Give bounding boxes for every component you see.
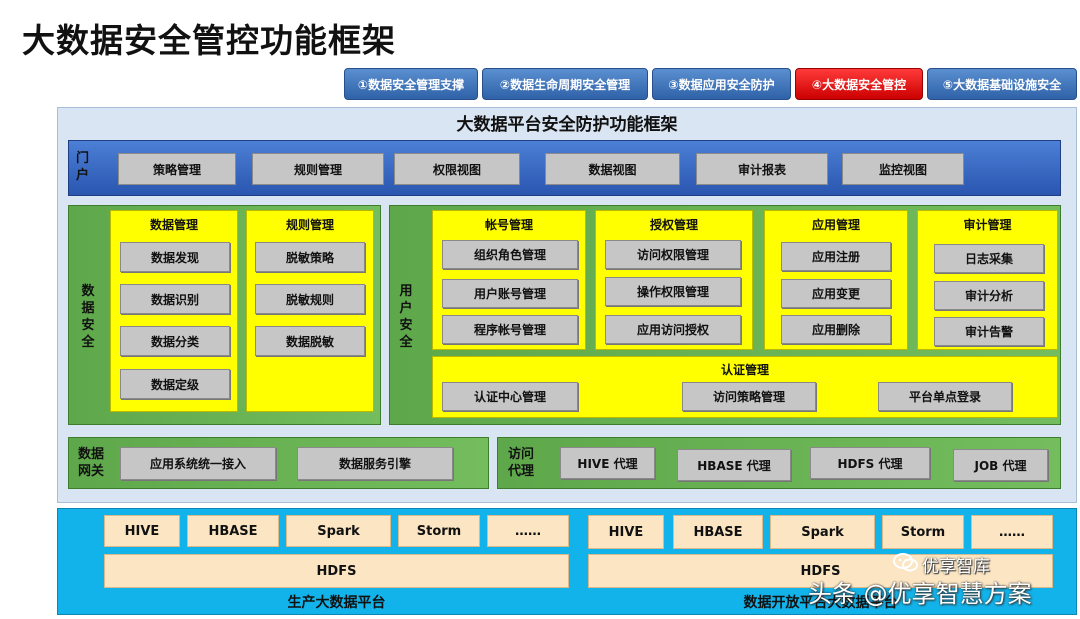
- account-mgmt-title: 帐号管理: [484, 218, 533, 232]
- audit-alert-box[interactable]: 审计告警: [934, 317, 1044, 346]
- auth-mgmt-title: 授权管理: [649, 218, 698, 232]
- prod-hive-box[interactable]: HIVE: [104, 515, 180, 547]
- operation-permission-mgmt-box[interactable]: 操作权限管理: [605, 277, 741, 306]
- open-hive-box[interactable]: HIVE: [588, 515, 664, 549]
- data-mgmt-title: 数据管理: [149, 218, 198, 232]
- prod-storm-box[interactable]: Storm: [398, 515, 480, 547]
- portal-item-data-view[interactable]: 数据视图: [545, 153, 680, 185]
- audit-analysis-box[interactable]: 审计分析: [934, 281, 1044, 310]
- open-more-box: ……: [971, 515, 1053, 549]
- app-unified-access-box[interactable]: 应用系统统一接入: [120, 447, 276, 480]
- portal-label: 门户: [76, 151, 90, 183]
- prod-hdfs-box[interactable]: HDFS: [104, 554, 569, 588]
- user-account-mgmt-box[interactable]: 用户账号管理: [442, 279, 578, 308]
- authn-mgmt-title: 认证管理: [720, 363, 769, 377]
- page-title: 大数据安全管控功能框架: [22, 21, 396, 60]
- org-role-mgmt-box[interactable]: 组织角色管理: [442, 240, 578, 269]
- rule-mgmt-title: 规则管理: [285, 218, 334, 232]
- authn-center-mgmt-box[interactable]: 认证中心管理: [442, 382, 578, 411]
- data-masking-box[interactable]: 数据脱敏: [255, 326, 365, 356]
- audit-mgmt-title: 审计管理: [963, 218, 1012, 232]
- portal-item-rules[interactable]: 规则管理: [252, 153, 384, 185]
- watermark-text: 头条 @优享智慧方案: [808, 580, 1032, 608]
- program-account-mgmt-box[interactable]: 程序帐号管理: [442, 315, 578, 344]
- prod-spark-box[interactable]: Spark: [286, 515, 391, 547]
- portal-item-policy[interactable]: 策略管理: [118, 153, 236, 185]
- prod-more-box: ……: [487, 515, 569, 547]
- data-identify-box[interactable]: 数据识别: [120, 284, 230, 314]
- log-collect-box[interactable]: 日志采集: [934, 244, 1044, 273]
- tab-bigdata-security-control[interactable]: ④大数据安全管控: [795, 68, 923, 100]
- open-storm-box[interactable]: Storm: [882, 515, 964, 549]
- tab-data-lifecycle-security[interactable]: ②数据生命周期安全管理: [482, 68, 648, 100]
- access-policy-mgmt-box[interactable]: 访问策略管理: [682, 382, 816, 411]
- hdfs-proxy-box[interactable]: HDFS 代理: [810, 447, 930, 479]
- app-mgmt-title: 应用管理: [811, 218, 860, 232]
- framework-title: 大数据平台安全防护功能框架: [456, 115, 678, 135]
- masking-policy-box[interactable]: 脱敏策略: [255, 242, 365, 272]
- app-change-box[interactable]: 应用变更: [781, 279, 891, 308]
- data-service-engine-box[interactable]: 数据服务引擎: [297, 447, 453, 480]
- tab-data-security-mgmt-support[interactable]: ①数据安全管理支撑: [344, 68, 478, 100]
- data-gateway-label: 数据网关: [78, 447, 105, 479]
- app-access-grant-box[interactable]: 应用访问授权: [605, 315, 741, 344]
- open-spark-box[interactable]: Spark: [770, 515, 875, 549]
- access-permission-mgmt-box[interactable]: 访问权限管理: [605, 240, 741, 269]
- prod-platform-label: 生产大数据平台: [287, 595, 386, 611]
- prod-hbase-box[interactable]: HBASE: [187, 515, 279, 547]
- data-discovery-box[interactable]: 数据发现: [120, 242, 230, 272]
- portal-item-permission-view[interactable]: 权限视图: [394, 153, 520, 185]
- app-delete-box[interactable]: 应用删除: [781, 315, 891, 344]
- portal-item-audit-report[interactable]: 审计报表: [696, 153, 828, 185]
- masking-rule-box[interactable]: 脱敏规则: [255, 284, 365, 314]
- platform-sso-box[interactable]: 平台单点登录: [878, 382, 1012, 411]
- tab-bigdata-infra-security[interactable]: ⑤大数据基础设施安全: [927, 68, 1077, 100]
- access-proxy-label: 访问代理: [508, 447, 535, 479]
- hbase-proxy-box[interactable]: HBASE 代理: [677, 449, 791, 481]
- wechat-icon: [893, 552, 919, 574]
- user-security-label: 用户安全: [399, 284, 413, 350]
- data-grading-box[interactable]: 数据定级: [120, 369, 230, 399]
- app-register-box[interactable]: 应用注册: [781, 242, 891, 271]
- job-proxy-box[interactable]: JOB 代理: [953, 449, 1048, 481]
- hive-proxy-box[interactable]: HIVE 代理: [560, 447, 655, 479]
- open-hbase-box[interactable]: HBASE: [673, 515, 763, 549]
- data-classify-box[interactable]: 数据分类: [120, 326, 230, 356]
- data-security-label: 数据安全: [81, 284, 95, 350]
- tab-data-app-security[interactable]: ③数据应用安全防护: [652, 68, 791, 100]
- portal-item-monitor-view[interactable]: 监控视图: [842, 153, 964, 185]
